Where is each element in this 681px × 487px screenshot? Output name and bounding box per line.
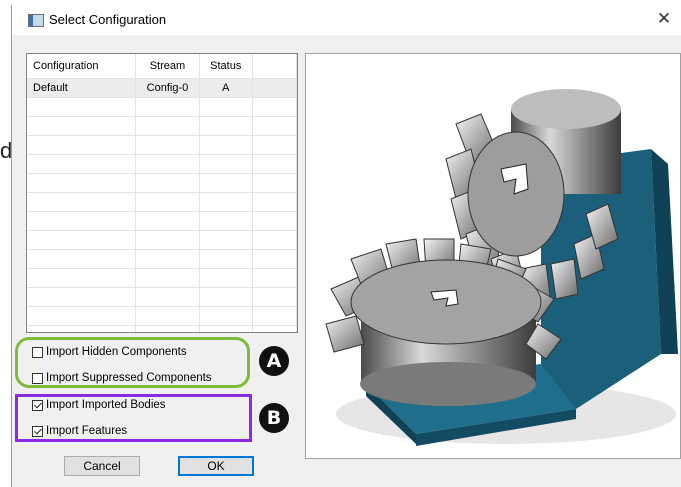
column-header-stream[interactable]: Stream: [135, 54, 200, 79]
table-row[interactable]: Default Config-0 A: [27, 78, 297, 98]
cell-stream: Config-0: [135, 78, 200, 98]
callout-a-highlight: [15, 337, 250, 388]
callout-b-badge: B: [259, 403, 289, 433]
cancel-button[interactable]: Cancel: [64, 456, 140, 476]
table-row-empty: [27, 268, 297, 288]
column-header-status[interactable]: Status: [199, 54, 253, 79]
table-row-empty: [27, 306, 297, 326]
table-row-empty: [27, 287, 297, 307]
close-button[interactable]: ✕: [652, 8, 676, 30]
preview-panel: [305, 53, 681, 459]
table-row-empty: [27, 230, 297, 250]
table-row-empty: [27, 173, 297, 193]
ok-button[interactable]: OK: [178, 456, 254, 476]
bevel-gears-image: [325, 89, 678, 446]
column-header-configuration[interactable]: Configuration: [27, 54, 137, 79]
window-title: Select Configuration: [49, 12, 167, 27]
table-row-empty: [27, 154, 297, 174]
callout-a-badge: A: [259, 346, 289, 376]
window-icon: [28, 14, 44, 27]
cell-configuration: Default: [27, 78, 137, 98]
table-row-empty: [27, 249, 297, 269]
table-row-empty: [27, 97, 297, 117]
title-bar: Select Configuration ✕: [12, 5, 681, 35]
cell-empty: [252, 78, 297, 98]
table-row-empty: [27, 116, 297, 136]
column-header-row: Configuration Stream Status: [27, 54, 297, 79]
callout-b-highlight: [15, 394, 252, 442]
column-header-empty: [252, 54, 297, 79]
table-row-empty: [27, 325, 297, 332]
table-row-empty: [27, 135, 297, 155]
table-row-empty: [27, 192, 297, 212]
configuration-list[interactable]: Configuration Stream Status Default Conf…: [26, 53, 298, 333]
cell-status: A: [199, 78, 253, 98]
table-row-empty: [27, 211, 297, 231]
